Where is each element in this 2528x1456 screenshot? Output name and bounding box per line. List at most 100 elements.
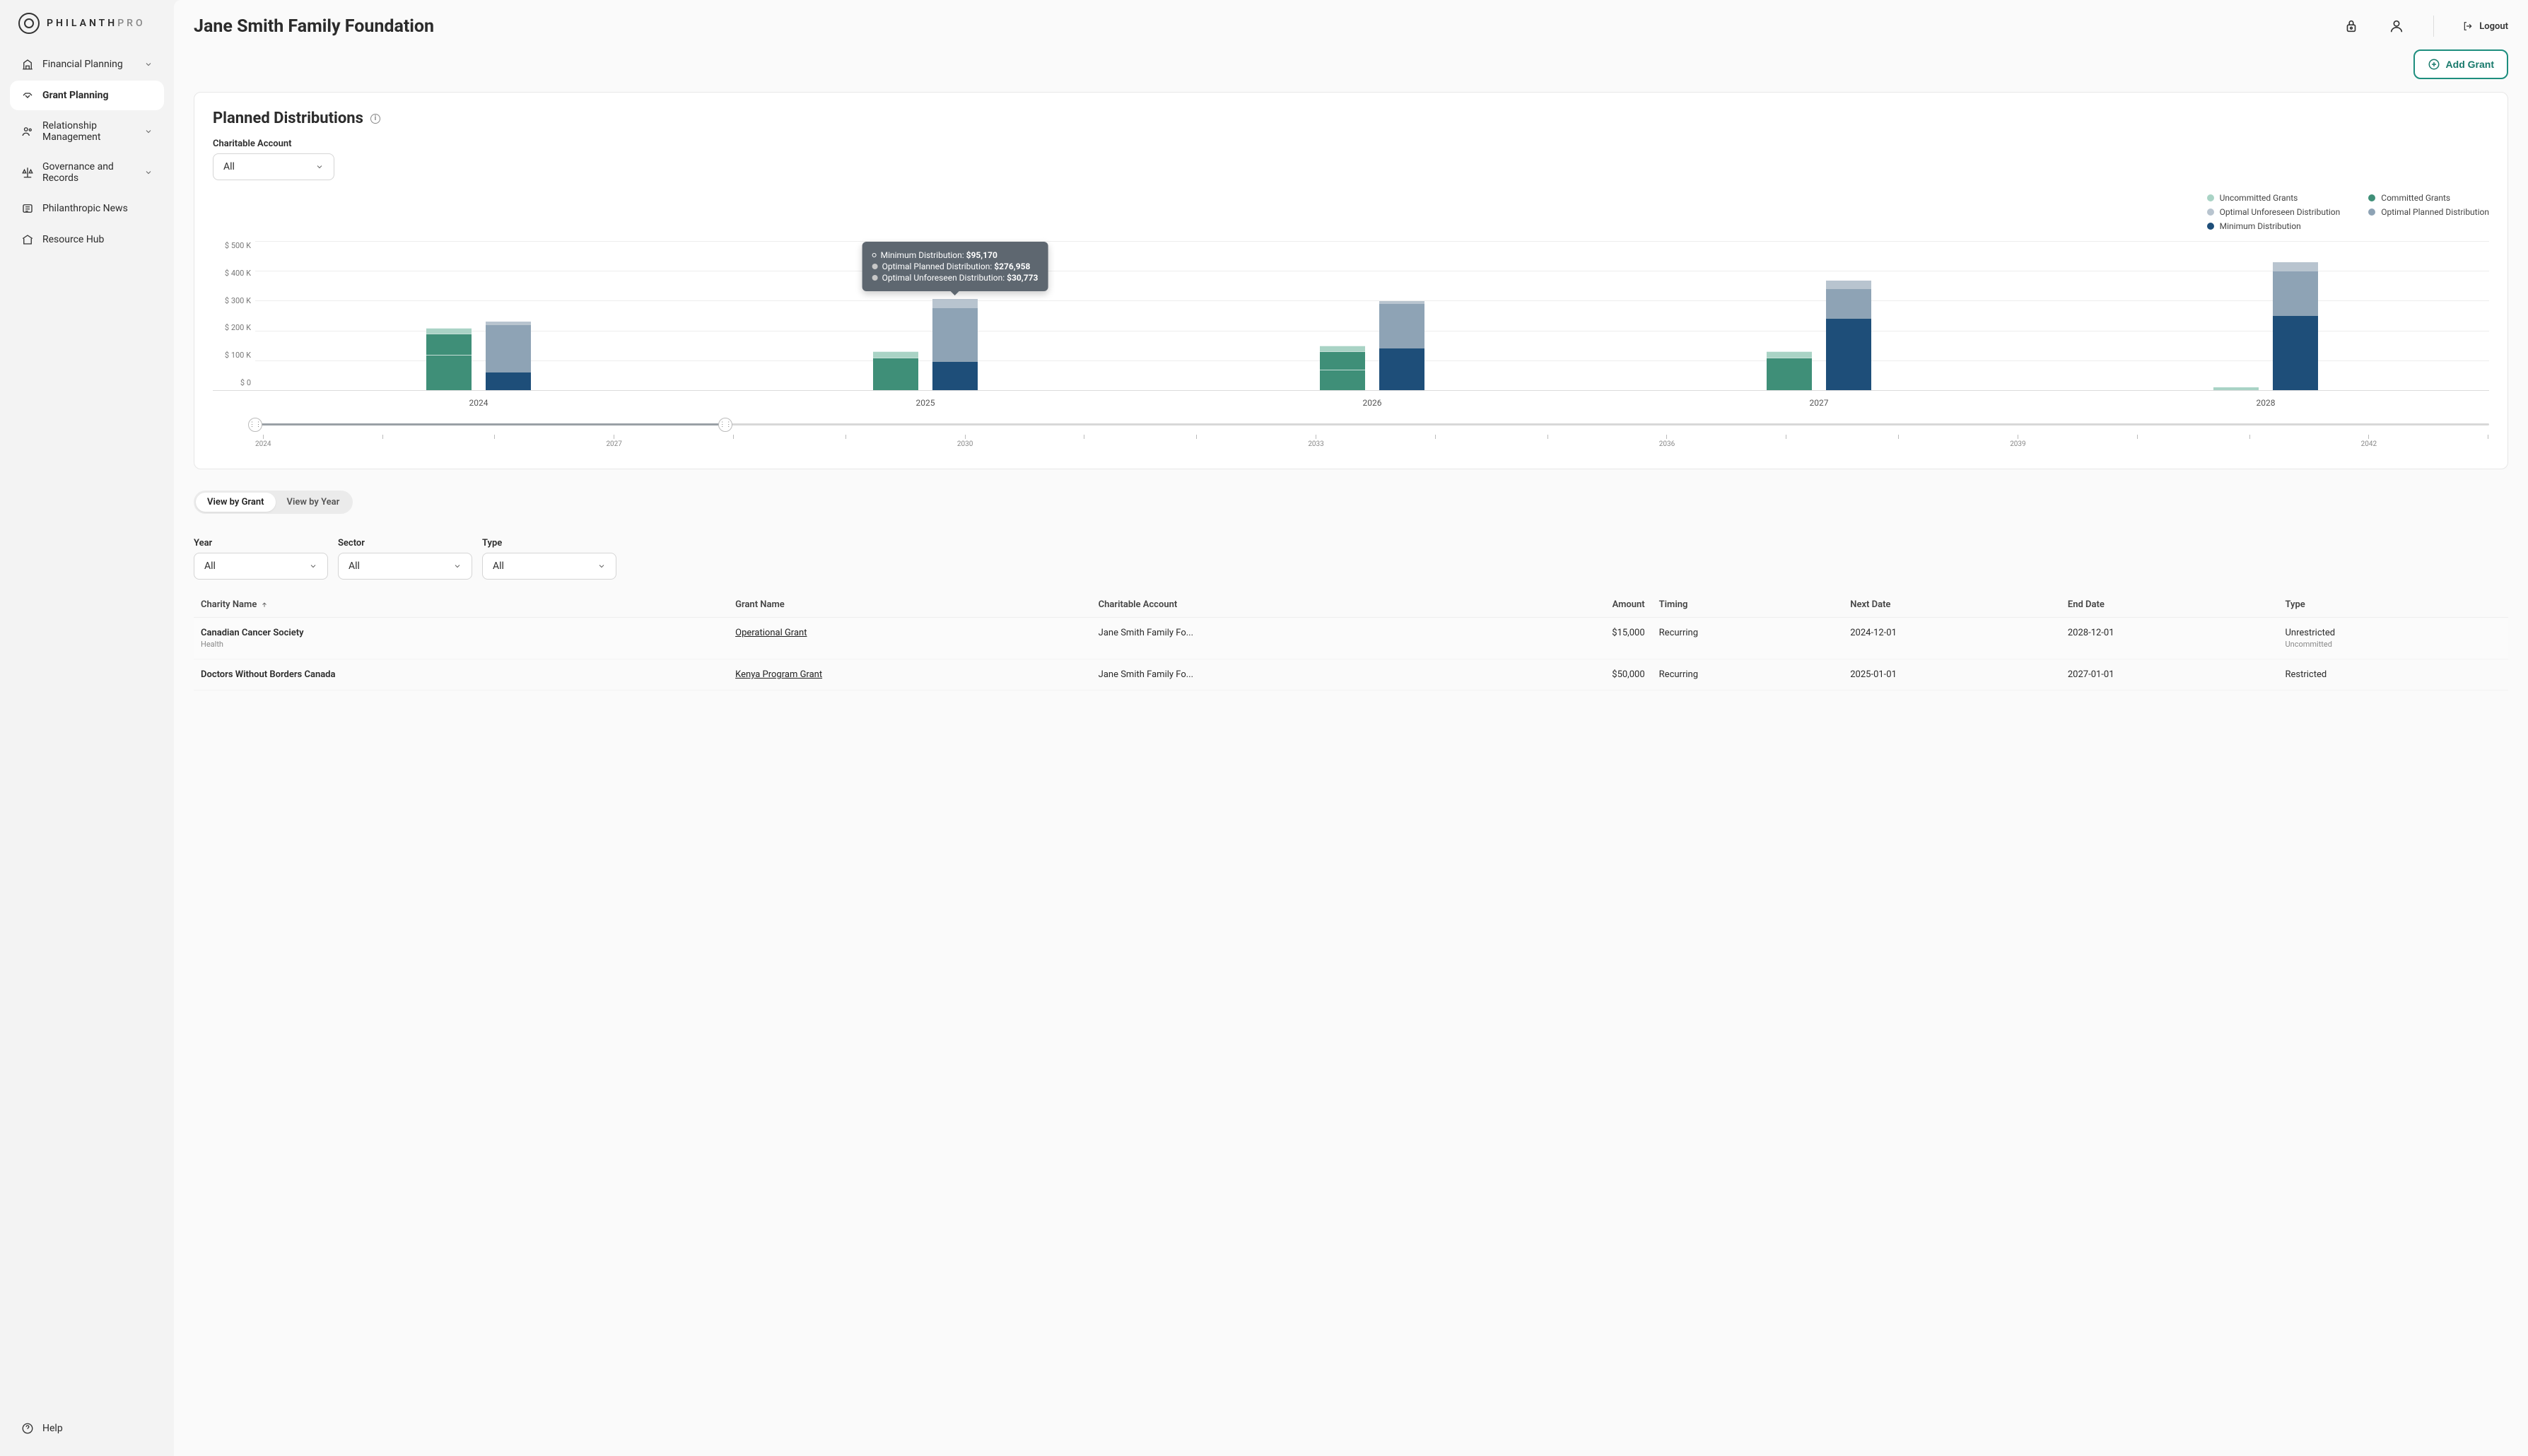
year-group: Minimum Distribution: $95,170Optimal Pla…: [702, 299, 1149, 390]
nav-governance-records[interactable]: Governance and Records: [10, 153, 164, 192]
th-end[interactable]: End Date: [2061, 592, 2278, 618]
year-group: [1149, 301, 1596, 390]
resource-icon: [21, 233, 34, 246]
building-icon: [21, 58, 34, 71]
logo-icon: [18, 13, 40, 34]
distributions-bar[interactable]: [486, 322, 531, 390]
nav-grant-planning[interactable]: Grant Planning: [10, 81, 164, 110]
grants-table: Charity Name Grant Name Charitable Accou…: [194, 592, 2508, 691]
charity-sector: Health: [201, 640, 721, 649]
year-filter-select[interactable]: All: [194, 553, 328, 580]
logout-button[interactable]: Logout: [2462, 20, 2508, 32]
th-amount[interactable]: Amount: [1483, 592, 1652, 618]
y-axis: $ 500 K$ 400 K$ 300 K$ 200 K$ 100 K$ 0: [213, 241, 255, 390]
timing-cell: Recurring: [1652, 659, 1844, 691]
nav-resource-hub[interactable]: Resource Hub: [10, 225, 164, 254]
account-cell: Jane Smith Family Fo...: [1092, 659, 1483, 691]
chart-tooltip: Minimum Distribution: $95,170Optimal Pla…: [862, 242, 1048, 291]
lock-icon[interactable]: [2343, 18, 2360, 35]
help-icon: [21, 1422, 34, 1435]
nav-financial-planning[interactable]: Financial Planning: [10, 49, 164, 79]
year-group: [255, 322, 702, 390]
logo[interactable]: PHILANTHPRO: [0, 13, 174, 49]
th-account[interactable]: Charitable Account: [1092, 592, 1483, 618]
scales-icon: [21, 166, 34, 179]
logout-icon: [2462, 20, 2474, 32]
charity-name: Doctors Without Borders Canada: [201, 669, 721, 680]
table-row[interactable]: Doctors Without Borders Canada Kenya Prog…: [194, 659, 2508, 691]
table-filters: Year All Sector All Type All: [194, 527, 2508, 580]
amount-cell: $15,000: [1483, 618, 1652, 659]
main-content: Jane Smith Family Foundation Logout Add …: [174, 0, 2528, 1456]
chevron-down-icon: [309, 562, 317, 570]
distributions-bar[interactable]: [1826, 281, 1871, 390]
chart-legend: Uncommitted Grants Optimal Unforeseen Di…: [213, 193, 2489, 231]
view-by-grant-tab[interactable]: View by Grant: [196, 493, 276, 512]
slider-handle-from[interactable]: ⋮⋮: [248, 418, 262, 432]
sector-filter-select[interactable]: All: [338, 553, 472, 580]
page-title: Jane Smith Family Foundation: [194, 16, 434, 37]
grants-bar[interactable]: [873, 351, 918, 390]
view-by-year-tab[interactable]: View by Year: [276, 493, 351, 512]
plus-circle-icon: [2428, 58, 2440, 71]
year-group: [2042, 262, 2489, 390]
th-timing[interactable]: Timing: [1652, 592, 1844, 618]
divider: [2433, 16, 2434, 37]
distributions-bar[interactable]: [2273, 262, 2318, 390]
chevron-down-icon: [315, 163, 324, 171]
logo-text: PHILANTHPRO: [47, 18, 146, 29]
view-toggle: View by Grant View by Year: [194, 491, 353, 514]
th-grant[interactable]: Grant Name: [728, 592, 1092, 618]
th-type[interactable]: Type: [2278, 592, 2509, 618]
grants-bar[interactable]: [1767, 351, 1812, 390]
chart: $ 500 K$ 400 K$ 300 K$ 200 K$ 100 K$ 0 M…: [213, 235, 2489, 452]
distributions-bar[interactable]: Minimum Distribution: $95,170Optimal Pla…: [932, 299, 978, 390]
charitable-account-label: Charitable Account: [213, 139, 2489, 149]
nav-help[interactable]: Help: [10, 1414, 164, 1443]
chevron-down-icon: [597, 562, 606, 570]
next-date-cell: 2024-12-01: [1843, 618, 2061, 659]
grant-name-link[interactable]: Kenya Program Grant: [735, 669, 822, 680]
type-cell: UnrestrictedUncommitted: [2278, 618, 2509, 659]
planned-distributions-card: Planned Distributions i Charitable Accou…: [194, 92, 2508, 469]
nav-philanthropic-news[interactable]: Philanthropic News: [10, 194, 164, 223]
end-date-cell: 2027-01-01: [2061, 659, 2278, 691]
grants-bar[interactable]: [1320, 346, 1365, 390]
grants-bar[interactable]: [426, 328, 472, 390]
info-icon[interactable]: i: [370, 114, 380, 124]
grant-name-link[interactable]: Operational Grant: [735, 628, 807, 638]
section-title: Planned Distributions i: [213, 110, 2489, 127]
nav-relationship-management[interactable]: Relationship Management: [10, 112, 164, 151]
chevron-down-icon: [144, 60, 153, 69]
account-cell: Jane Smith Family Fo...: [1092, 618, 1483, 659]
th-next[interactable]: Next Date: [1843, 592, 2061, 618]
amount-cell: $50,000: [1483, 659, 1652, 691]
nav: Financial Planning Grant Planning Relati…: [0, 49, 174, 254]
chevron-down-icon: [144, 127, 153, 136]
grants-bar[interactable]: [2213, 387, 2259, 390]
next-date-cell: 2025-01-01: [1843, 659, 2061, 691]
type-filter-select[interactable]: All: [482, 553, 616, 580]
user-icon[interactable]: [2388, 18, 2405, 35]
handshake-icon: [21, 89, 34, 102]
th-charity[interactable]: Charity Name: [194, 592, 728, 618]
news-icon: [21, 202, 34, 215]
distributions-bar[interactable]: [1379, 301, 1424, 390]
charity-name: Canadian Cancer Society: [201, 628, 721, 638]
end-date-cell: 2028-12-01: [2061, 618, 2278, 659]
slider-handle-to[interactable]: ⋮⋮: [718, 418, 732, 432]
chevron-down-icon: [453, 562, 462, 570]
type-cell: Restricted: [2278, 659, 2509, 691]
add-grant-button[interactable]: Add Grant: [2413, 49, 2508, 79]
charitable-account-select[interactable]: All: [213, 153, 334, 180]
sidebar: PHILANTHPRO Financial Planning Grant Pla…: [0, 0, 174, 1456]
table-row[interactable]: Canadian Cancer Society Health Operational…: [194, 618, 2508, 659]
chart-bars: Minimum Distribution: $95,170Optimal Pla…: [255, 241, 2489, 390]
header: Jane Smith Family Foundation Logout: [194, 16, 2508, 37]
arrow-up-icon: [261, 601, 268, 609]
people-icon: [21, 125, 34, 138]
year-group: [1596, 281, 2042, 390]
chevron-down-icon: [144, 168, 153, 177]
year-range-slider[interactable]: ⋮⋮ ⋮⋮ 2024 2027 2030 2033 2036 2039 2042: [255, 418, 2489, 452]
x-axis: 20242025202620272028: [255, 398, 2489, 408]
